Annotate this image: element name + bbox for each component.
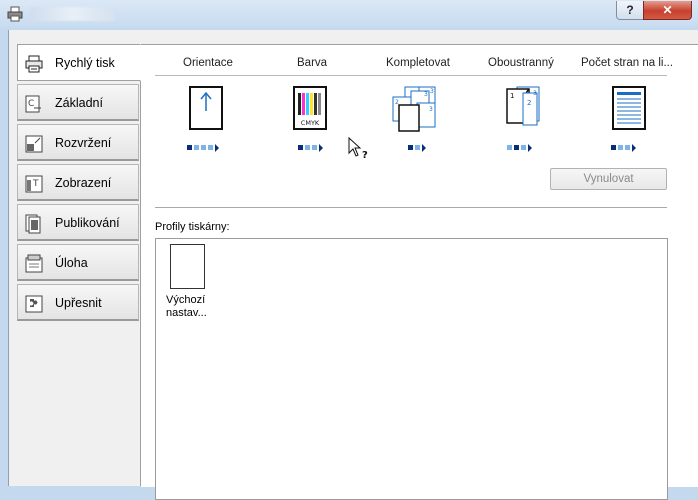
column-label-orientation: Orientace xyxy=(183,57,233,69)
svg-text:3: 3 xyxy=(424,91,428,98)
svg-text:T: T xyxy=(32,179,39,189)
duplex-icon[interactable]: 1 2 3 xyxy=(503,85,543,133)
publishing-icon xyxy=(25,214,41,234)
help-cursor-icon: ? xyxy=(348,137,368,159)
window-title xyxy=(30,7,116,21)
tab-label: Základní xyxy=(55,96,103,110)
option-dot[interactable] xyxy=(507,145,512,151)
printer-icon xyxy=(25,55,43,73)
svg-text:3: 3 xyxy=(533,90,537,97)
portrait-orientation-icon[interactable] xyxy=(188,85,224,131)
orientation-option-dots[interactable] xyxy=(187,140,219,152)
tab-zobrazeni[interactable]: T Zobrazení xyxy=(17,164,139,201)
advanced-puzzle-icon xyxy=(25,295,43,313)
profiles-label: Profily tiskárny: xyxy=(155,221,230,233)
option-dot[interactable] xyxy=(521,145,526,151)
color-option-dots[interactable] xyxy=(298,140,323,152)
collate-icon[interactable]: 3 3 2 3 xyxy=(391,85,437,133)
option-dot[interactable] xyxy=(514,145,519,151)
next-option-arrow-icon[interactable] xyxy=(319,143,323,152)
column-label-collate: Kompletovat xyxy=(386,57,450,69)
tab-uloha[interactable]: Úloha xyxy=(17,244,139,281)
tab-publikovani[interactable]: Publikování xyxy=(17,204,139,241)
tab-label: Rozvržení xyxy=(55,136,112,150)
section-divider xyxy=(155,207,667,208)
option-dot[interactable] xyxy=(194,145,199,151)
tab-rychly-tisk[interactable]: Rychlý tisk xyxy=(17,44,141,81)
option-dot[interactable] xyxy=(208,145,213,151)
tab-upresnit[interactable]: Upřesnit xyxy=(17,284,139,321)
svg-text:3: 3 xyxy=(429,106,433,113)
column-label-color: Barva xyxy=(297,57,328,69)
column-label-pages-per-sheet: Počet stran na li... xyxy=(581,57,674,69)
layout-icon xyxy=(25,135,43,153)
tab-list: Rychlý tisk C Základní Rozvržení T Zobra… xyxy=(17,44,141,486)
cmyk-text: CMYK xyxy=(301,119,320,127)
next-option-arrow-icon[interactable] xyxy=(422,143,426,152)
tab-label: Úloha xyxy=(55,256,88,270)
option-dot[interactable] xyxy=(187,145,192,151)
next-option-arrow-icon[interactable] xyxy=(528,143,532,152)
tab-label: Publikování xyxy=(55,216,120,230)
dialog-client: Rychlý tisk C Základní Rozvržení T Zobra… xyxy=(8,30,698,500)
title-bar: ? ✕ xyxy=(0,0,698,28)
option-dot[interactable] xyxy=(305,145,310,151)
profiles-list[interactable]: Výchozí nastav... xyxy=(155,238,668,500)
svg-text:1: 1 xyxy=(510,92,514,100)
option-dot[interactable] xyxy=(611,145,616,151)
option-dot[interactable] xyxy=(625,145,630,151)
profile-page-icon xyxy=(170,244,205,289)
svg-text:C: C xyxy=(28,99,34,109)
svg-text:?: ? xyxy=(362,150,368,159)
option-dot[interactable] xyxy=(312,145,317,151)
help-button[interactable]: ? xyxy=(616,1,644,20)
tab-label: Upřesnit xyxy=(55,296,102,310)
svg-text:3: 3 xyxy=(430,88,434,95)
pages-per-sheet-option-dots[interactable] xyxy=(611,140,636,152)
reset-button[interactable]: Vynulovat xyxy=(550,168,667,190)
duplex-option-dots[interactable] xyxy=(507,140,532,152)
collate-option-dots[interactable] xyxy=(408,140,426,152)
svg-text:2: 2 xyxy=(395,99,399,106)
column-label-duplex: Oboustranný xyxy=(488,57,554,69)
imaging-icon: T xyxy=(25,175,43,193)
option-dot[interactable] xyxy=(298,145,303,151)
quick-print-panel: Orientace Barva Kompletovat Oboustranný … xyxy=(141,44,698,500)
color-cmyk-icon[interactable]: CMYK xyxy=(292,85,328,131)
close-button[interactable]: ✕ xyxy=(643,1,692,20)
option-dot[interactable] xyxy=(618,145,623,151)
tab-zakladni[interactable]: C Základní xyxy=(17,84,139,121)
option-dot[interactable] xyxy=(201,145,206,151)
pages-per-sheet-icon[interactable] xyxy=(611,85,647,131)
next-option-arrow-icon[interactable] xyxy=(215,143,219,152)
tab-rozvrzeni[interactable]: Rozvržení xyxy=(17,124,139,161)
header-divider xyxy=(155,75,667,76)
basic-page-icon: C xyxy=(25,95,41,113)
tab-label: Zobrazení xyxy=(55,176,112,190)
job-icon xyxy=(25,254,43,273)
printer-icon xyxy=(7,6,23,22)
tab-label: Rychlý tisk xyxy=(55,56,115,70)
option-dot[interactable] xyxy=(415,145,420,151)
option-dot[interactable] xyxy=(408,145,413,151)
next-option-arrow-icon[interactable] xyxy=(632,143,636,152)
profile-name: Výchozí nastav... xyxy=(166,294,207,319)
svg-text:2: 2 xyxy=(527,99,531,107)
